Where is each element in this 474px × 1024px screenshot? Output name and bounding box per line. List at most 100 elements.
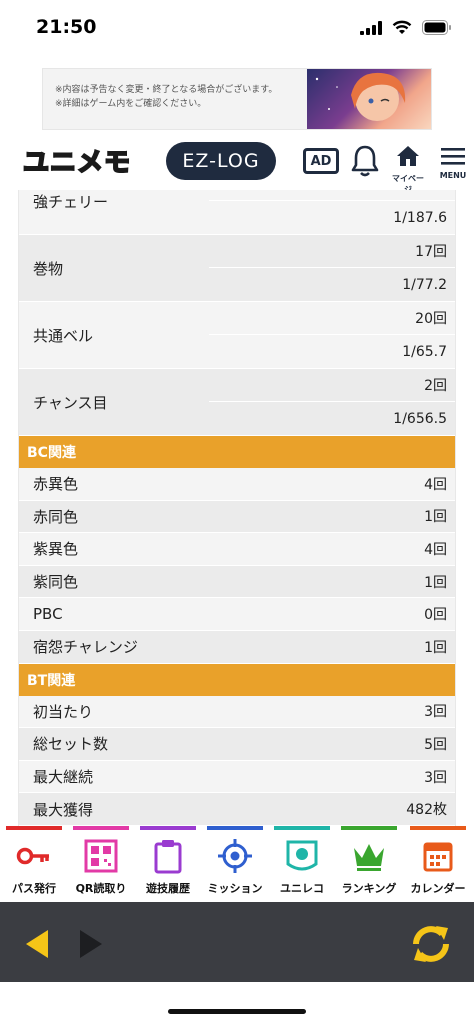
bt-row: 初当たり 3回: [19, 695, 455, 729]
row-label: 紫異色: [33, 540, 79, 559]
nav-color-bar: [6, 826, 62, 830]
battery-icon: [422, 20, 451, 35]
bt-section-header: BT関連: [19, 663, 455, 696]
stat-count: 2回: [209, 369, 455, 402]
ad-line-1: ※内容は予告なく変更・終了となる場合がございます。: [55, 85, 278, 95]
bt-row: 最大獲得 482枚: [19, 793, 455, 826]
site-logo[interactable]: ユニメモ: [12, 142, 142, 179]
stat-rate: 1/77.2: [402, 276, 447, 293]
stat-count: 20回: [209, 302, 455, 335]
forward-button[interactable]: [76, 928, 104, 960]
nav-label: ユニレコ: [280, 882, 324, 895]
row-label: 赤同色: [33, 507, 79, 526]
row-value: 4回: [424, 476, 447, 493]
row-label: 宿怨チャレンジ: [33, 638, 138, 657]
bt-row: 最大継続 3回: [19, 760, 455, 794]
key-icon: [16, 847, 49, 865]
row-value: 0回: [424, 607, 447, 624]
row-value: 3回: [424, 704, 447, 721]
stat-label: 強チェリー: [33, 192, 109, 211]
home-indicator[interactable]: [168, 1009, 306, 1014]
nav-label: ランキング: [341, 882, 397, 895]
unireco-badge-icon: [286, 840, 318, 871]
logo-text: ユニメモ: [22, 147, 131, 179]
row-value: 482枚: [406, 802, 447, 819]
nav-color-bar: [207, 826, 263, 830]
nav-label: QR読取り: [75, 882, 127, 895]
nav-color-bar: [140, 826, 196, 830]
nav-color-bar: [274, 826, 330, 830]
nav-item-pass[interactable]: パス発行: [4, 826, 64, 902]
nav-item-unireco[interactable]: ユニレコ: [272, 826, 332, 902]
ad-toggle-button[interactable]: AD: [303, 148, 339, 174]
ad-line-2: ※詳細はゲーム内をご確認ください。: [55, 99, 207, 109]
bc-row: 赤同色 1回: [19, 500, 455, 534]
nav-label: ミッション: [207, 882, 263, 895]
stat-label: 共通ベル: [33, 326, 94, 345]
nav-label: 遊技履歴: [146, 882, 190, 895]
row-label: 最大継続: [33, 768, 94, 787]
browser-toolbar: [0, 902, 474, 982]
target-icon: [218, 839, 252, 873]
cellular-signal-icon: [360, 20, 382, 35]
calendar-icon: [423, 842, 453, 872]
stat-rate: 1/65.7: [402, 343, 447, 360]
nav-item-ranking[interactable]: ランキング: [339, 826, 399, 902]
nav-item-qr[interactable]: QR読取り: [71, 826, 131, 902]
stat-label: 巻物: [33, 259, 64, 278]
row-label: 赤異色: [33, 475, 79, 494]
hamburger-menu-icon: [441, 148, 465, 165]
bc-row: 赤異色 4回: [19, 468, 455, 501]
bc-row: PBC 0回: [19, 598, 455, 631]
stat-label: チャンス目: [33, 393, 108, 412]
row-label: 総セット数: [33, 735, 109, 754]
stat-row-strong-cherry: 強チェリー 1/187.6: [19, 190, 455, 235]
menu-button[interactable]: MENU: [436, 146, 470, 186]
reload-icon: [413, 926, 449, 962]
bc-section-header: BC関連: [19, 436, 455, 468]
row-label: 最大獲得: [33, 800, 94, 819]
nav-color-bar: [341, 826, 397, 830]
stat-row-scroll: 巻物 17回 1/77.2: [19, 235, 455, 302]
clipboard-icon: [154, 840, 182, 874]
nav-label: パス発行: [12, 882, 56, 895]
ad-banner[interactable]: ※内容は予告なく変更・終了となる場合がございます。 ※詳細はゲーム内をご確認くだ…: [42, 68, 432, 130]
nav-color-bar: [73, 826, 129, 830]
notification-bell-button[interactable]: [350, 144, 380, 178]
bc-row: 宿怨チャレンジ 1回: [19, 630, 455, 664]
qr-code-icon: [84, 839, 118, 873]
ez-log-button[interactable]: EZ-LOG: [166, 142, 276, 180]
status-time: 21:50: [36, 16, 97, 38]
status-bar: 21:50: [0, 0, 474, 60]
reload-button[interactable]: [408, 922, 454, 966]
row-value: 3回: [424, 769, 447, 786]
bc-row: 紫異色 4回: [19, 533, 455, 566]
row-value: 5回: [424, 736, 447, 753]
mypage-button[interactable]: マイページ: [390, 144, 426, 194]
home-icon: [397, 146, 419, 166]
ad-banner-text: ※内容は予告なく変更・終了となる場合がございます。 ※詳細はゲーム内をご確認くだ…: [55, 83, 325, 111]
bt-row: 総セット数 5回: [19, 728, 455, 761]
bell-icon: [351, 145, 379, 177]
site-header: ユニメモ EZ-LOG AD マイページ MENU: [0, 132, 474, 194]
nav-color-bar: [410, 826, 466, 830]
status-icons: [360, 20, 452, 35]
row-value: 1回: [424, 509, 447, 526]
nav-item-mission[interactable]: ミッション: [205, 826, 265, 902]
stat-count: 17回: [209, 235, 455, 268]
nav-item-calendar[interactable]: カレンダー: [408, 826, 468, 902]
forward-arrow-icon: [80, 930, 102, 958]
stat-row-common-bell: 共通ベル 20回 1/65.7: [19, 302, 455, 369]
nav-label: カレンダー: [410, 882, 466, 895]
row-value: 1回: [424, 574, 447, 591]
back-button[interactable]: [24, 928, 52, 960]
back-arrow-icon: [26, 930, 48, 958]
home-indicator-area: [0, 982, 474, 1024]
play-data-content[interactable]: 強チェリー 1/187.6 巻物 17回 1/77.2 共通ベル 20回 1/6…: [18, 190, 456, 826]
stat-count: [209, 190, 455, 201]
row-label: PBC: [33, 605, 63, 624]
bc-row: 紫同色 1回: [19, 565, 455, 599]
stat-rate: 1/187.6: [393, 209, 447, 226]
nav-item-history[interactable]: 遊技履歴: [138, 826, 198, 902]
row-value: 4回: [424, 541, 447, 558]
